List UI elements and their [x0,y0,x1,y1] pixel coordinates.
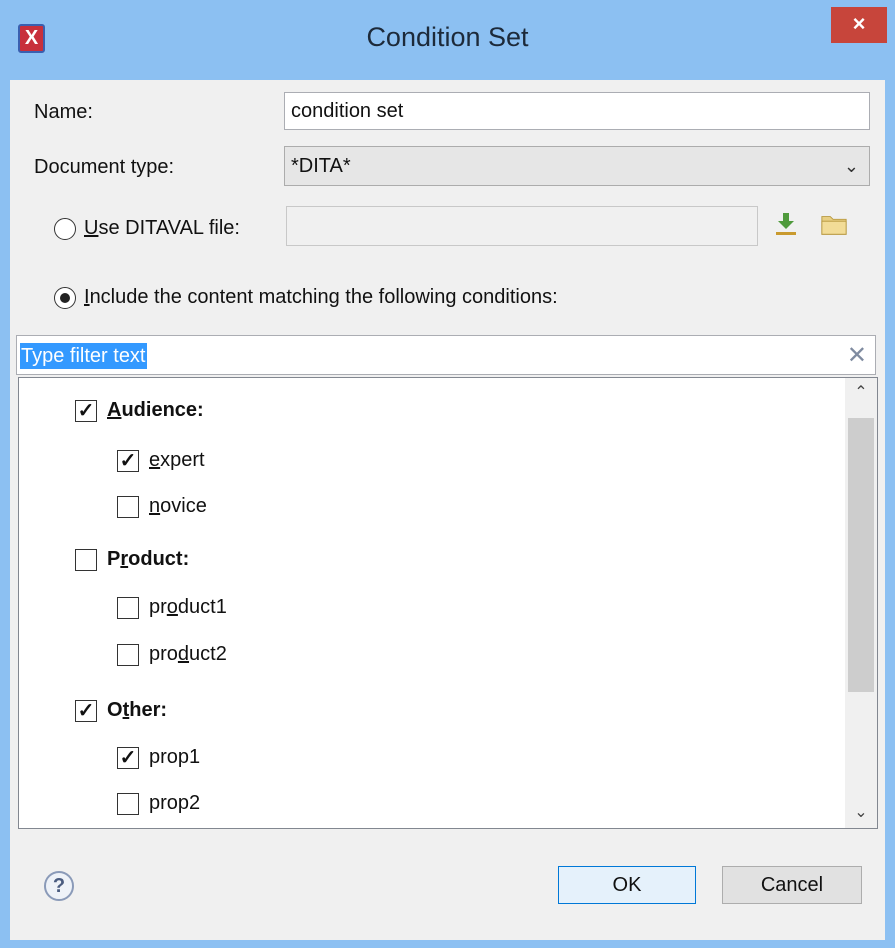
chevron-down-icon[interactable]: ⌄ [845,798,877,828]
tree-node-product1[interactable]: product1 [149,596,227,619]
include-content-radio[interactable] [54,287,76,309]
document-type-label: Document type: [34,156,175,178]
title-bar[interactable]: X Condition Set × [0,0,895,80]
prop1-checkbox[interactable]: ✓ [117,747,139,769]
clear-filter-icon[interactable]: ✕ [847,341,867,370]
prop2-checkbox[interactable] [117,793,139,815]
product-checkbox[interactable] [75,549,97,571]
ok-button[interactable]: OK [558,866,696,904]
tree-node-prop1[interactable]: prop1 [149,746,200,769]
include-content-label[interactable]: Include the content matching the followi… [84,286,558,309]
document-type-value: *DITA* [291,155,351,177]
name-field[interactable]: condition set [284,92,870,130]
download-arrow-icon[interactable] [772,211,800,237]
use-ditaval-radio[interactable] [54,218,76,240]
product1-checkbox[interactable] [117,597,139,619]
scroll-thumb[interactable] [848,418,874,692]
chevron-down-icon: ⌄ [843,156,859,176]
tree-node-audience[interactable]: Audience: [107,399,204,422]
document-type-select[interactable]: *DITA* ⌄ [284,146,870,186]
other-checkbox[interactable]: ✓ [75,700,97,722]
product2-checkbox[interactable] [117,644,139,666]
audience-checkbox[interactable]: ✓ [75,400,97,422]
tree-scrollbar[interactable]: ⌃ ⌄ [845,378,877,828]
ditaval-file-field[interactable] [286,206,758,246]
tree-node-expert[interactable]: expert [149,449,205,472]
help-icon[interactable]: ? [44,871,74,901]
close-button[interactable]: × [831,7,887,43]
cancel-button[interactable]: Cancel [722,866,862,904]
tree-node-prop2[interactable]: prop2 [149,792,200,815]
novice-checkbox[interactable] [117,496,139,518]
use-ditaval-label-text: se DITAVAL file: [98,217,240,239]
tree-node-product[interactable]: Product: [107,548,189,571]
tree-node-other[interactable]: Other: [107,699,167,722]
expert-checkbox[interactable]: ✓ [117,450,139,472]
name-label: Name: [34,101,93,123]
conditions-tree: ✓ Audience: ✓ expert novice Product: pro… [18,377,878,829]
filter-input[interactable]: Type filter text [20,343,147,369]
filter-box[interactable]: Type filter text ✕ [16,335,876,375]
use-ditaval-label[interactable]: Use DITAVAL file: [84,217,240,240]
tree-node-product2[interactable]: product2 [149,643,227,666]
folder-icon[interactable] [820,211,848,237]
dialog-window: X Condition Set × Name: condition set Do… [0,0,895,948]
tree-node-novice[interactable]: novice [149,495,207,518]
dialog-body: Name: condition set Document type: *DITA… [10,80,885,940]
chevron-up-icon[interactable]: ⌃ [845,378,877,408]
dialog-title: Condition Set [366,22,529,52]
include-content-label-text: nclude the content matching the followin… [89,286,558,308]
